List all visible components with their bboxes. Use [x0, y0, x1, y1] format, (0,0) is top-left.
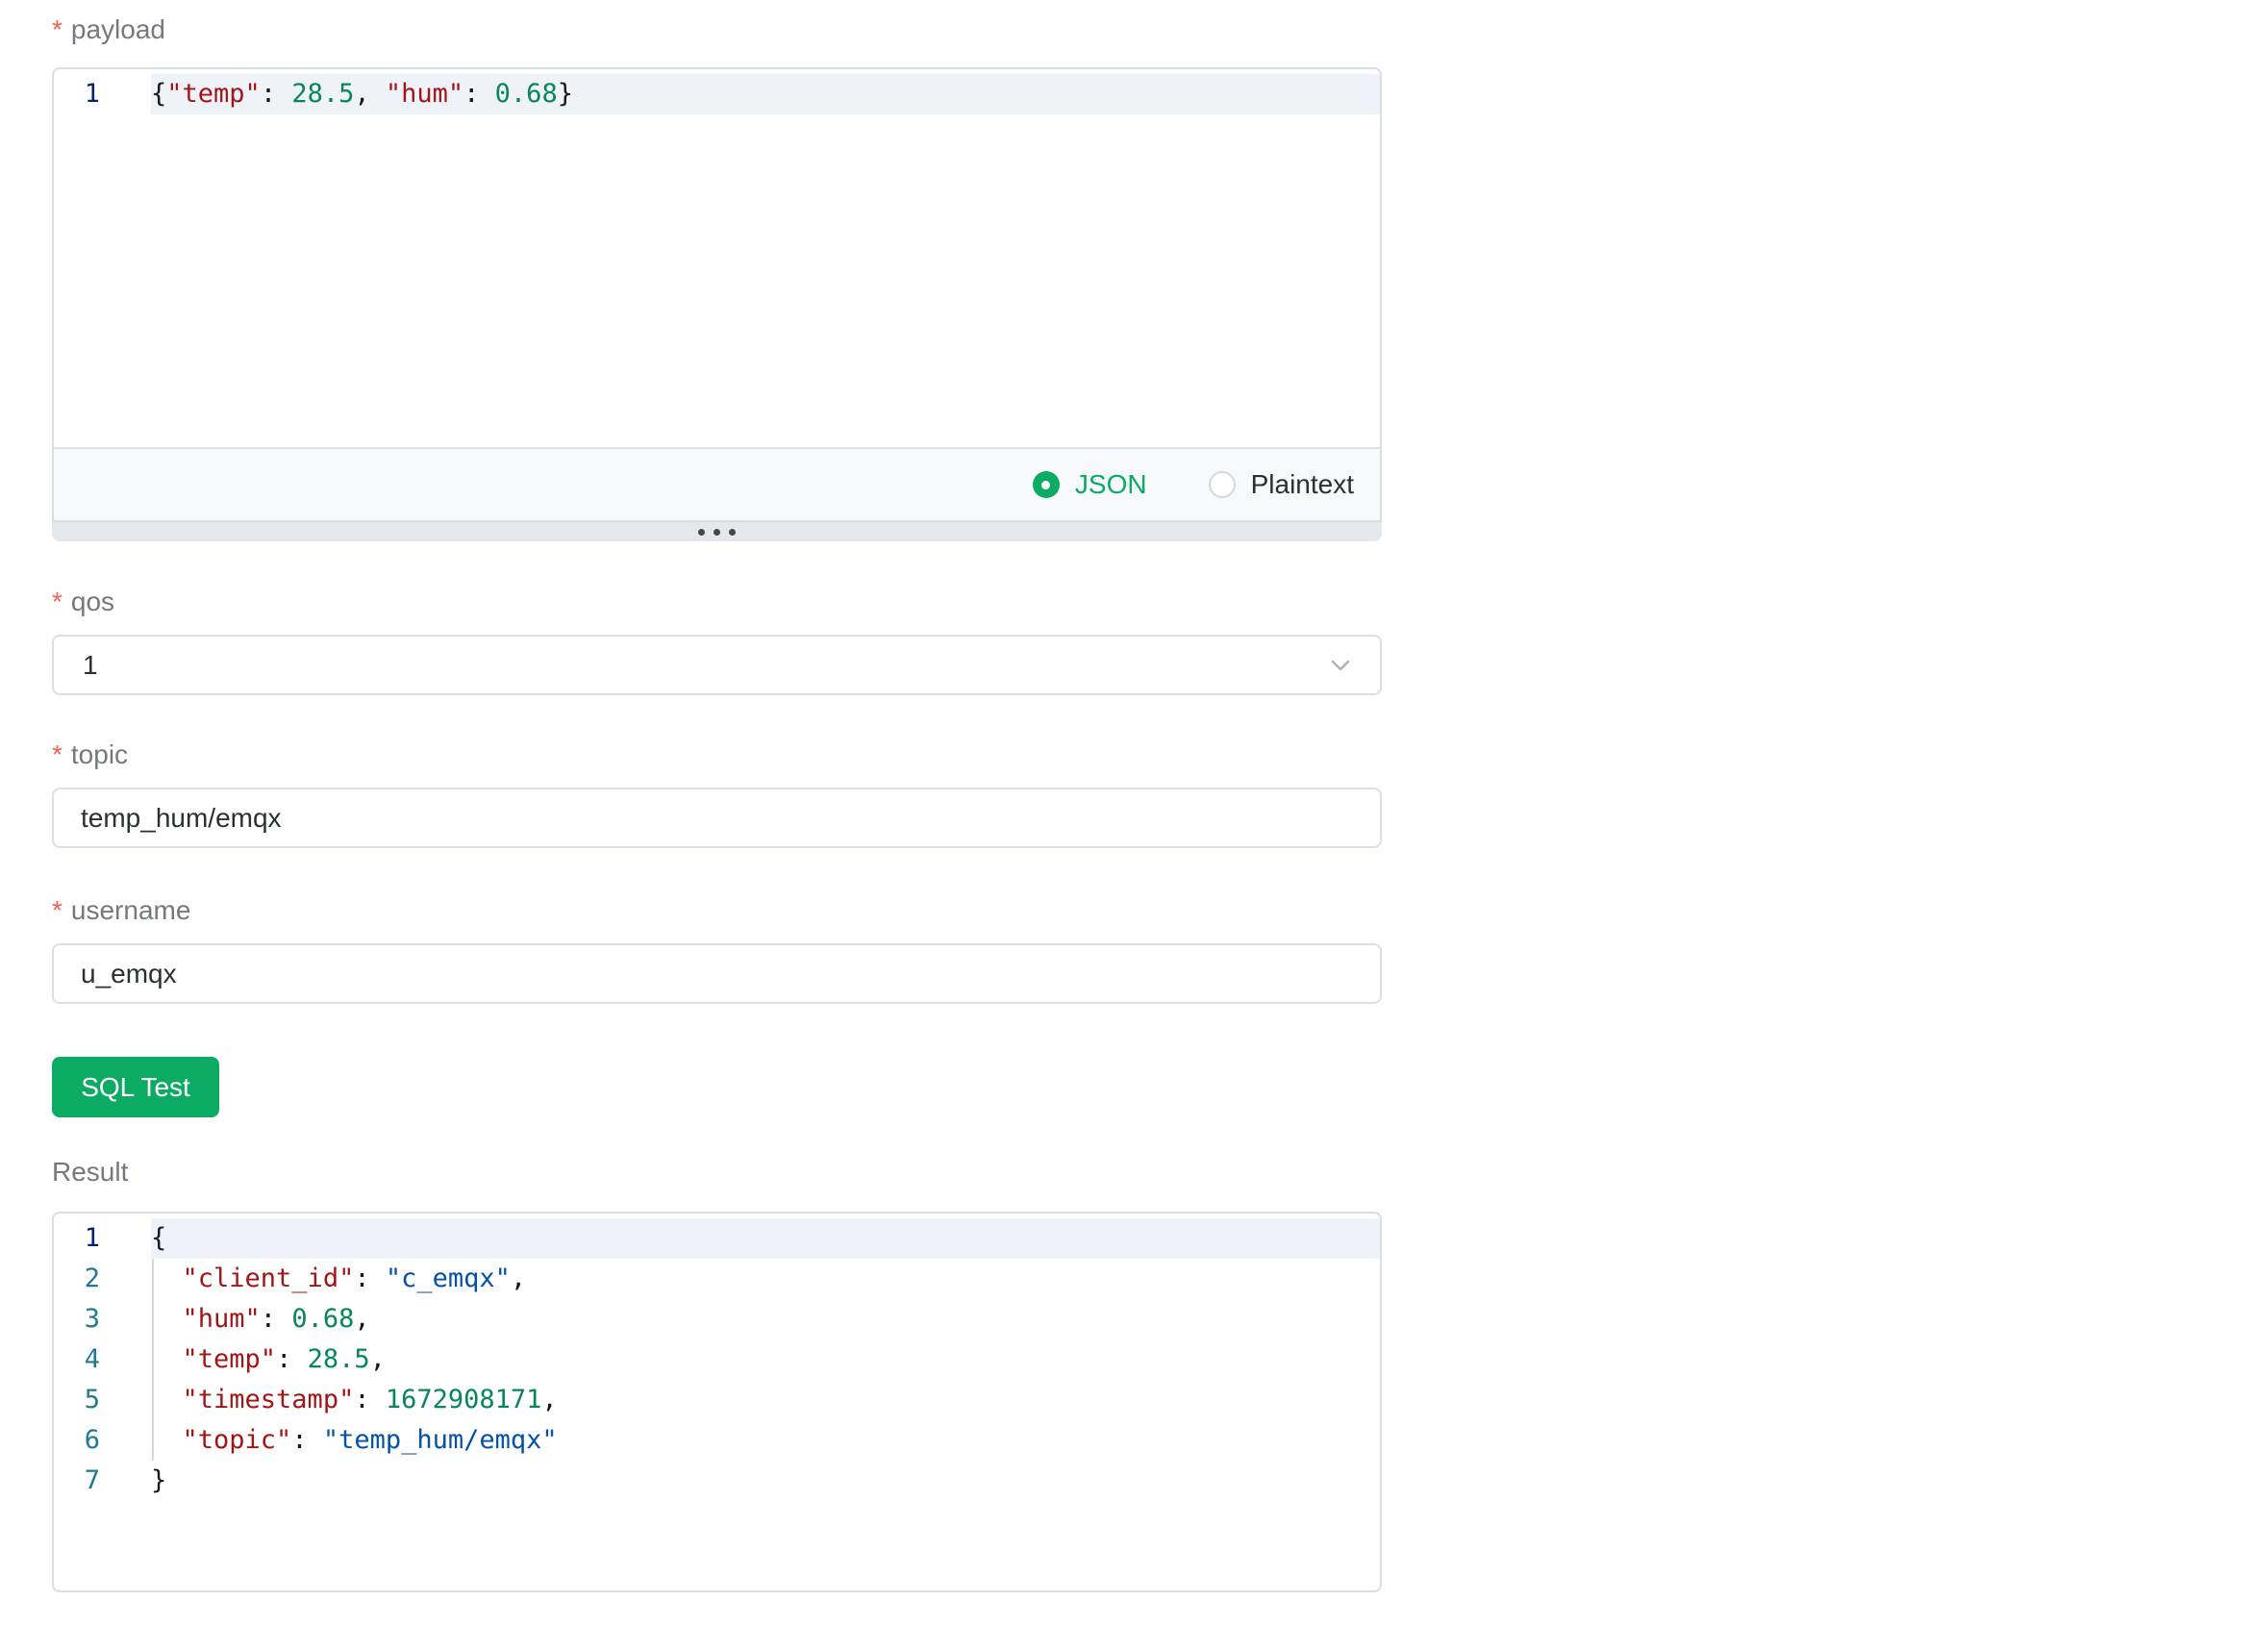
- code-line: {"temp": 28.5, "hum": 0.68}: [151, 74, 1380, 114]
- code-line: "temp": 28.5,: [151, 1339, 1380, 1380]
- payload-editor-gutter: 1: [54, 69, 151, 447]
- indent-guide: [152, 1259, 154, 1461]
- payload-editor-box: 1 {"temp": 28.5, "hum": 0.68} JSON Plain…: [52, 67, 1382, 522]
- required-marker: *: [52, 14, 63, 44]
- editor-resize-handle[interactable]: [52, 522, 1382, 541]
- payload-format-bar: JSON Plaintext: [54, 447, 1380, 520]
- result-label: Result: [52, 1156, 1382, 1189]
- sql-test-button[interactable]: SQL Test: [52, 1057, 219, 1117]
- code-line: "client_id": "c_emqx",: [151, 1259, 1380, 1299]
- topic-input[interactable]: [52, 788, 1382, 848]
- line-number: 3: [54, 1299, 151, 1339]
- line-number: 2: [54, 1259, 151, 1299]
- format-radio-json[interactable]: JSON: [1033, 469, 1147, 500]
- code-line: }: [151, 1461, 1380, 1501]
- qos-selected-value: 1: [83, 650, 1326, 681]
- required-marker: *: [52, 895, 63, 925]
- radio-unchecked-icon: [1209, 471, 1236, 498]
- result-editor: 1234567 { "client_id": "c_emqx", "hum": …: [52, 1212, 1382, 1592]
- drag-dots-icon: [729, 529, 736, 536]
- result-editor-content: { "client_id": "c_emqx", "hum": 0.68, "t…: [151, 1214, 1380, 1590]
- payload-label-text: payload: [71, 14, 165, 44]
- drag-dots-icon: [698, 529, 705, 536]
- line-number: 1: [54, 74, 151, 114]
- username-input[interactable]: [52, 943, 1382, 1004]
- username-label-text: username: [71, 895, 191, 925]
- code-line: "topic": "temp_hum/emqx": [151, 1420, 1380, 1461]
- radio-checked-icon: [1033, 471, 1060, 498]
- chevron-down-icon: [1326, 651, 1355, 680]
- sql-test-form: * payload 1 {"temp": 28.5, "hum": 0.68} J…: [0, 0, 1382, 1592]
- format-json-label: JSON: [1075, 469, 1147, 500]
- payload-editor-content[interactable]: {"temp": 28.5, "hum": 0.68}: [151, 69, 1380, 447]
- qos-label-text: qos: [71, 587, 114, 616]
- line-number: 1: [54, 1218, 151, 1259]
- topic-label-text: topic: [71, 739, 128, 769]
- line-number: 7: [54, 1461, 151, 1501]
- line-number: 6: [54, 1420, 151, 1461]
- code-line: {: [151, 1218, 1380, 1259]
- username-label: * username: [52, 894, 1382, 927]
- format-plaintext-label: Plaintext: [1251, 469, 1354, 500]
- qos-select[interactable]: 1: [52, 635, 1382, 695]
- payload-code-area[interactable]: 1 {"temp": 28.5, "hum": 0.68}: [54, 69, 1380, 447]
- drag-dots-icon: [714, 529, 720, 536]
- result-editor-gutter: 1234567: [54, 1214, 151, 1590]
- payload-editor: 1 {"temp": 28.5, "hum": 0.68} JSON Plain…: [52, 67, 1382, 541]
- line-number: 4: [54, 1339, 151, 1380]
- required-marker: *: [52, 739, 63, 769]
- code-line: "timestamp": 1672908171,: [151, 1380, 1380, 1420]
- payload-label: * payload: [52, 13, 1382, 46]
- code-line: "hum": 0.68,: [151, 1299, 1380, 1339]
- line-number: 5: [54, 1380, 151, 1420]
- qos-label: * qos: [52, 586, 1382, 618]
- required-marker: *: [52, 587, 63, 616]
- topic-label: * topic: [52, 738, 1382, 771]
- format-radio-plaintext[interactable]: Plaintext: [1209, 469, 1354, 500]
